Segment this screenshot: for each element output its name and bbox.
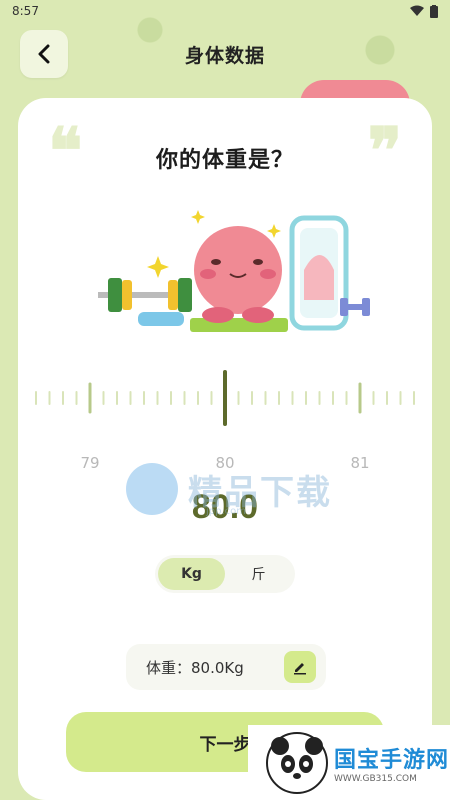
watermark-badge-title: 国宝手游网 <box>334 747 450 773</box>
question-title: 你的体重是？ <box>155 148 294 173</box>
status-bar: 8:57 <box>0 0 450 22</box>
main-card: ❝ ❞ 你的体重是？ 79 80 81 80.0 Kg 斤 体重：80.0Kg … <box>18 98 432 800</box>
header: 身体数据 <box>0 30 450 78</box>
status-icons <box>410 4 438 18</box>
watermark-center: 精品下载 jpp.com <box>126 454 376 524</box>
wifi-icon <box>410 5 424 16</box>
ruler-label-low: 79 <box>80 454 100 472</box>
weight-summary-row: 体重：80.0Kg <box>126 644 326 690</box>
watermark-badge-text: 国宝手游网 WWW.GB315.COM <box>334 742 449 784</box>
unit-option-jin[interactable]: 斤 <box>225 558 292 590</box>
watermark-logo-icon <box>126 463 178 515</box>
watermark-badge: 国宝手游网 WWW.GB315.COM <box>248 725 450 800</box>
unit-toggle: Kg 斤 <box>155 555 295 593</box>
watermark-badge-url: WWW.GB315.COM <box>334 773 417 784</box>
status-time: 8:57 <box>12 4 39 18</box>
weight-ruler-slider[interactable] <box>18 368 432 428</box>
page-title: 身体数据 <box>184 44 265 67</box>
weight-summary-text: 体重：80.0Kg <box>146 658 244 677</box>
unit-option-kg[interactable]: Kg <box>158 558 225 590</box>
weight-scale-illustration <box>98 210 370 332</box>
back-button[interactable] <box>20 30 68 78</box>
pencil-icon <box>294 663 306 675</box>
panda-logo-icon <box>266 731 328 794</box>
chevron-left-icon <box>38 44 50 64</box>
watermark-subtext: jpp.com <box>206 506 247 517</box>
edit-weight-button[interactable] <box>284 651 316 683</box>
battery-icon <box>430 4 438 18</box>
